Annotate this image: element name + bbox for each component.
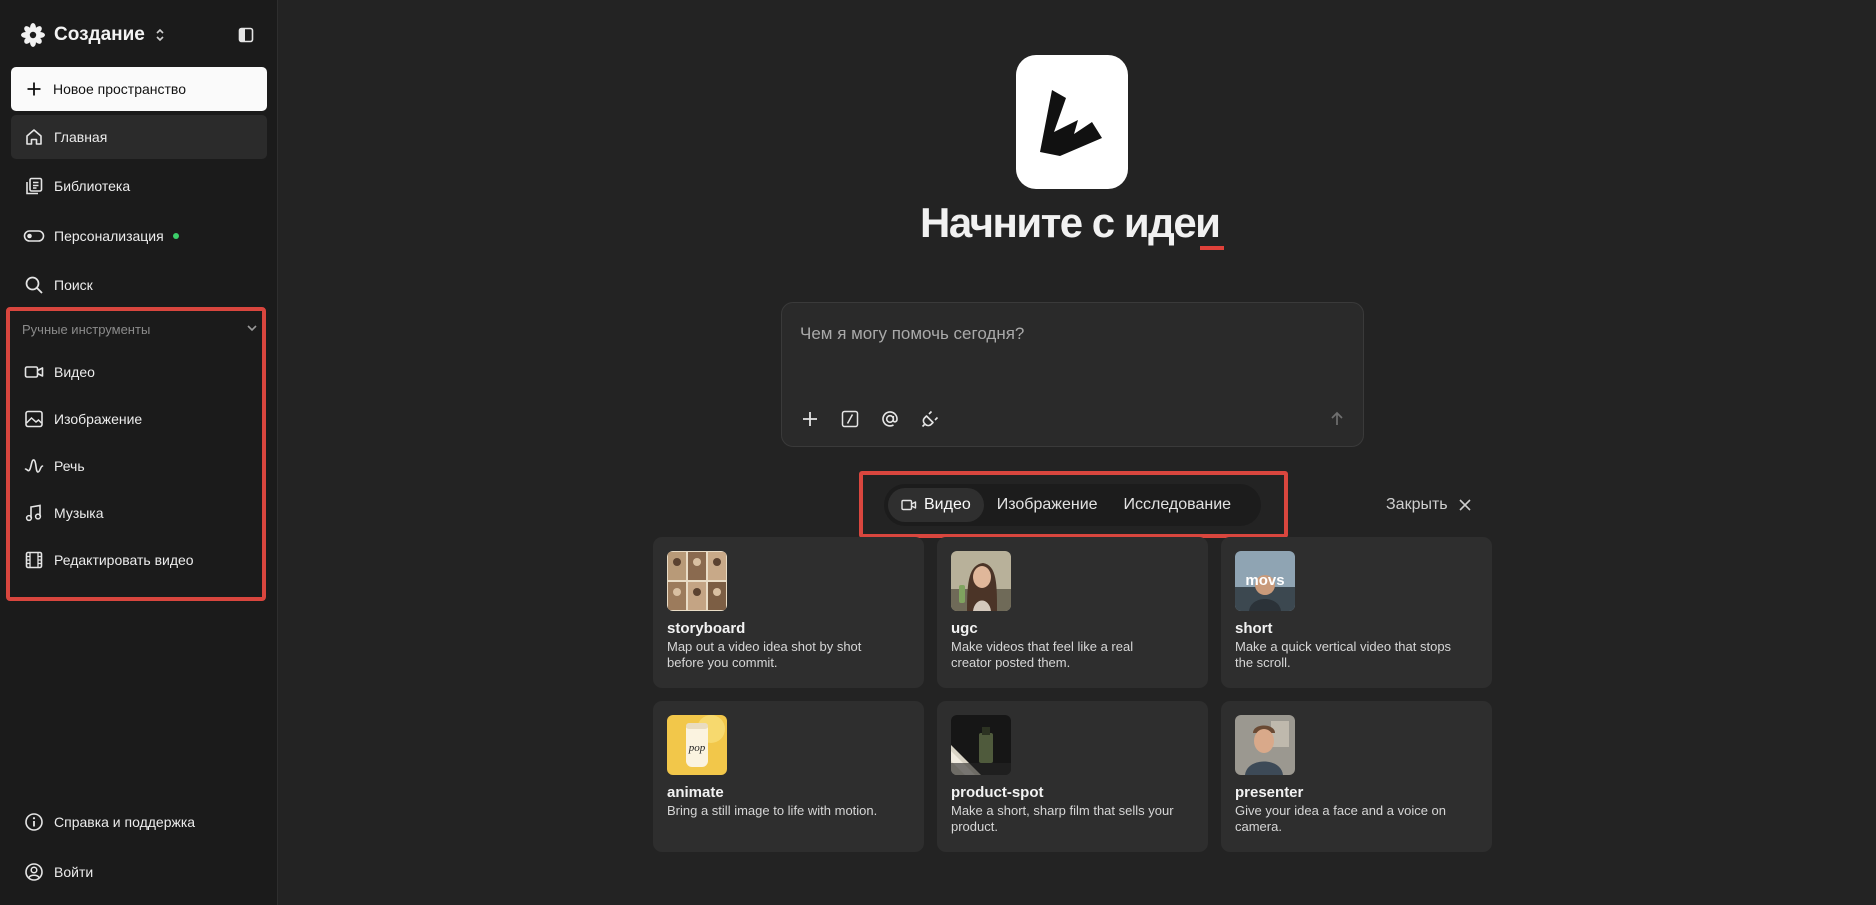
sidebar-item-label: Библиотека bbox=[54, 178, 131, 194]
card-title: storyboard bbox=[667, 620, 746, 637]
card-short[interactable]: movs short Make a quick vertical video t… bbox=[1221, 537, 1492, 688]
app-logo bbox=[1016, 55, 1128, 189]
info-icon bbox=[23, 811, 45, 833]
product-spot-thumbnail bbox=[951, 715, 1011, 775]
workspace-logo-icon bbox=[20, 22, 46, 48]
card-description: Give your idea a face and a voice on cam… bbox=[1235, 803, 1447, 834]
sidebar-item-label: Музыка bbox=[54, 505, 104, 521]
library-icon bbox=[23, 175, 45, 197]
toggle-icon bbox=[23, 225, 45, 247]
film-icon bbox=[23, 549, 45, 571]
animate-thumbnail-text: pop bbox=[688, 742, 706, 754]
manual-tools-header[interactable]: Ручные инструменты bbox=[22, 318, 258, 340]
card-description: Map out a video idea shot by shot before… bbox=[667, 639, 862, 670]
slash-command-icon[interactable] bbox=[838, 407, 862, 431]
card-ugc[interactable]: ugc Make videos that feel like a real cr… bbox=[937, 537, 1208, 688]
sidebar-item-music[interactable]: Музыка bbox=[11, 491, 267, 535]
workspace-switcher[interactable]: Создание bbox=[20, 18, 260, 52]
card-presenter[interactable]: presenter Give your idea a face and a vo… bbox=[1221, 701, 1492, 852]
sidebar-item-label: Редактировать видео bbox=[54, 552, 194, 568]
card-product-spot[interactable]: product-spot Make a short, sharp film th… bbox=[937, 701, 1208, 852]
card-title: ugc bbox=[951, 620, 978, 637]
short-thumbnail-text: movs bbox=[1245, 572, 1284, 589]
attach-plus-icon[interactable] bbox=[798, 407, 822, 431]
plus-icon bbox=[24, 79, 44, 99]
card-title: product-spot bbox=[951, 784, 1044, 801]
tab-label: Исследование bbox=[1123, 496, 1232, 513]
video-icon bbox=[901, 498, 917, 512]
tab-label: Изображение bbox=[996, 496, 1098, 513]
card-title: presenter bbox=[1235, 784, 1304, 801]
app-logo-icon bbox=[1040, 90, 1102, 156]
cursor-accent bbox=[1200, 246, 1224, 250]
workspace-name: Создание bbox=[54, 24, 145, 45]
sidebar-item-label: Справка и поддержка bbox=[54, 814, 196, 830]
close-button[interactable]: Закрыть bbox=[1386, 493, 1472, 517]
sidebar-item-help[interactable]: Справка и поддержка bbox=[11, 802, 267, 842]
card-description: Make videos that feel like a real creato… bbox=[951, 639, 1134, 670]
sidebar-item-label: Поиск bbox=[54, 277, 93, 293]
mode-tabs: Видео Изображение Исследование bbox=[884, 484, 1261, 526]
card-description: Make a quick vertical video that stops t… bbox=[1235, 639, 1452, 670]
chevron-up-down-icon bbox=[155, 28, 165, 42]
home-icon bbox=[23, 126, 45, 148]
card-description: Make a short, sharp film that sells your… bbox=[951, 803, 1174, 834]
page-title: Начните с идеи bbox=[920, 199, 1221, 246]
sidebar-item-label: Войти bbox=[54, 864, 94, 880]
card-storyboard[interactable]: storyboard Map out a video idea shot by … bbox=[653, 537, 924, 688]
sidebar-item-edit-video[interactable]: Редактировать видео bbox=[11, 538, 267, 582]
new-space-button[interactable]: Новое пространство bbox=[11, 67, 267, 111]
presenter-thumbnail bbox=[1235, 715, 1295, 775]
sidebar-item-label: Изображение bbox=[54, 411, 143, 427]
tab-image[interactable]: Изображение bbox=[984, 488, 1111, 522]
sidebar-item-label: Речь bbox=[54, 458, 85, 474]
sidebar: Создание Новое пространство Главная Библ… bbox=[0, 0, 278, 905]
plugin-icon[interactable] bbox=[918, 407, 942, 431]
prompt-input[interactable] bbox=[798, 319, 1342, 349]
short-thumbnail: movs bbox=[1235, 551, 1295, 611]
sidebar-item-label: Главная bbox=[54, 129, 108, 145]
sidebar-item-search[interactable]: Поиск bbox=[11, 263, 267, 307]
sidebar-collapse-icon[interactable] bbox=[236, 26, 256, 44]
mention-icon[interactable] bbox=[878, 407, 902, 431]
new-space-label: Новое пространство bbox=[53, 81, 186, 97]
card-title: short bbox=[1235, 620, 1273, 637]
sidebar-item-speech[interactable]: Речь bbox=[11, 444, 267, 488]
tab-label: Видео bbox=[924, 496, 971, 513]
storyboard-thumbnail bbox=[667, 551, 727, 611]
ugc-thumbnail bbox=[951, 551, 1011, 611]
image-icon bbox=[23, 408, 45, 430]
sidebar-item-library[interactable]: Библиотека bbox=[11, 164, 267, 208]
tab-research[interactable]: Исследование bbox=[1111, 488, 1245, 522]
sidebar-item-label: Видео bbox=[54, 364, 95, 380]
card-description: Bring a still image to life with motion. bbox=[667, 803, 878, 818]
status-dot bbox=[172, 233, 179, 239]
sidebar-item-home[interactable]: Главная bbox=[11, 115, 267, 159]
send-arrow-icon[interactable] bbox=[1325, 407, 1349, 431]
tab-video[interactable]: Видео bbox=[888, 488, 984, 522]
sidebar-item-login[interactable]: Войти bbox=[11, 852, 267, 892]
user-icon bbox=[23, 861, 45, 883]
prompt-box bbox=[781, 302, 1364, 447]
close-label: Закрыть bbox=[1386, 496, 1448, 513]
wave-icon bbox=[23, 455, 45, 477]
sidebar-item-label: Персонализация bbox=[54, 228, 164, 244]
card-title: animate bbox=[667, 784, 724, 801]
music-icon bbox=[23, 502, 45, 524]
close-icon bbox=[1458, 498, 1472, 512]
chevron-down-icon bbox=[246, 322, 258, 337]
video-icon bbox=[23, 361, 45, 383]
sidebar-item-video[interactable]: Видео bbox=[11, 350, 267, 394]
search-icon bbox=[23, 274, 45, 296]
sidebar-item-image[interactable]: Изображение bbox=[11, 397, 267, 441]
card-animate[interactable]: pop animate Bring a still image to life … bbox=[653, 701, 924, 852]
manual-tools-label: Ручные инструменты bbox=[22, 321, 151, 337]
sidebar-item-personalization[interactable]: Персонализация bbox=[11, 214, 267, 258]
animate-thumbnail: pop bbox=[667, 715, 727, 775]
